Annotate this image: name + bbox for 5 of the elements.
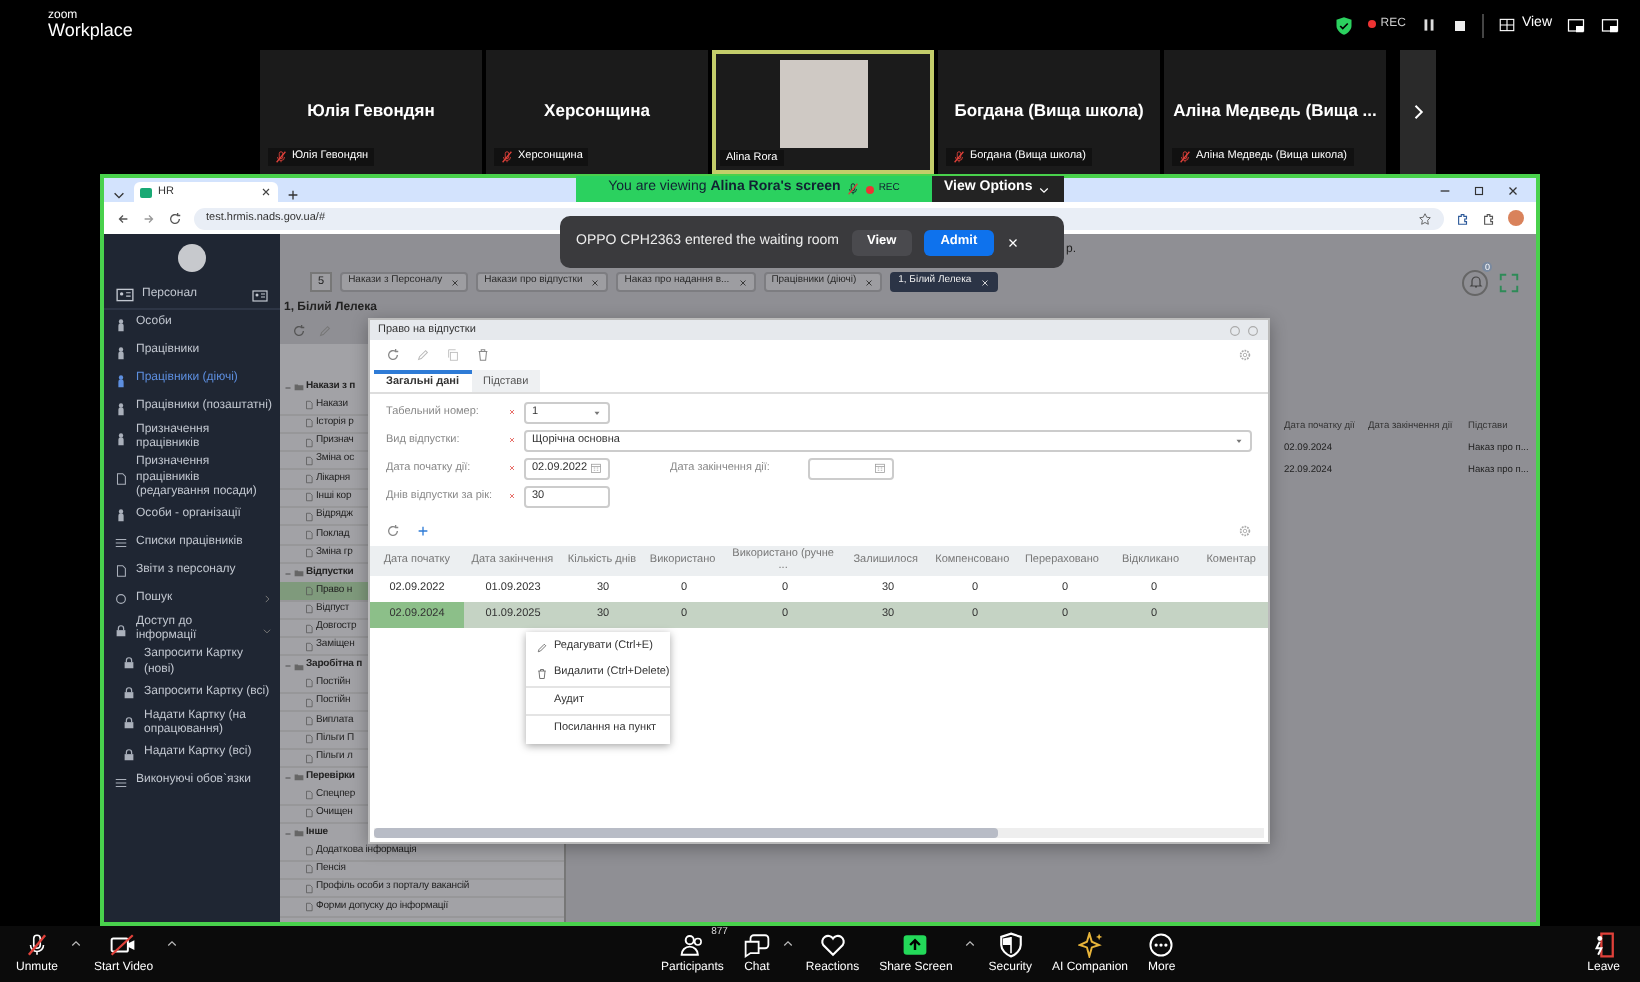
participant-name: Херсонщина xyxy=(544,102,650,122)
participant-name: Аліна Медведь (Вища ... xyxy=(1173,102,1377,122)
participant-name: Богдана (Вища школа) xyxy=(954,102,1144,122)
participant-name: Юлія Гевондян xyxy=(307,102,435,122)
product-name: Workplace xyxy=(48,22,133,40)
